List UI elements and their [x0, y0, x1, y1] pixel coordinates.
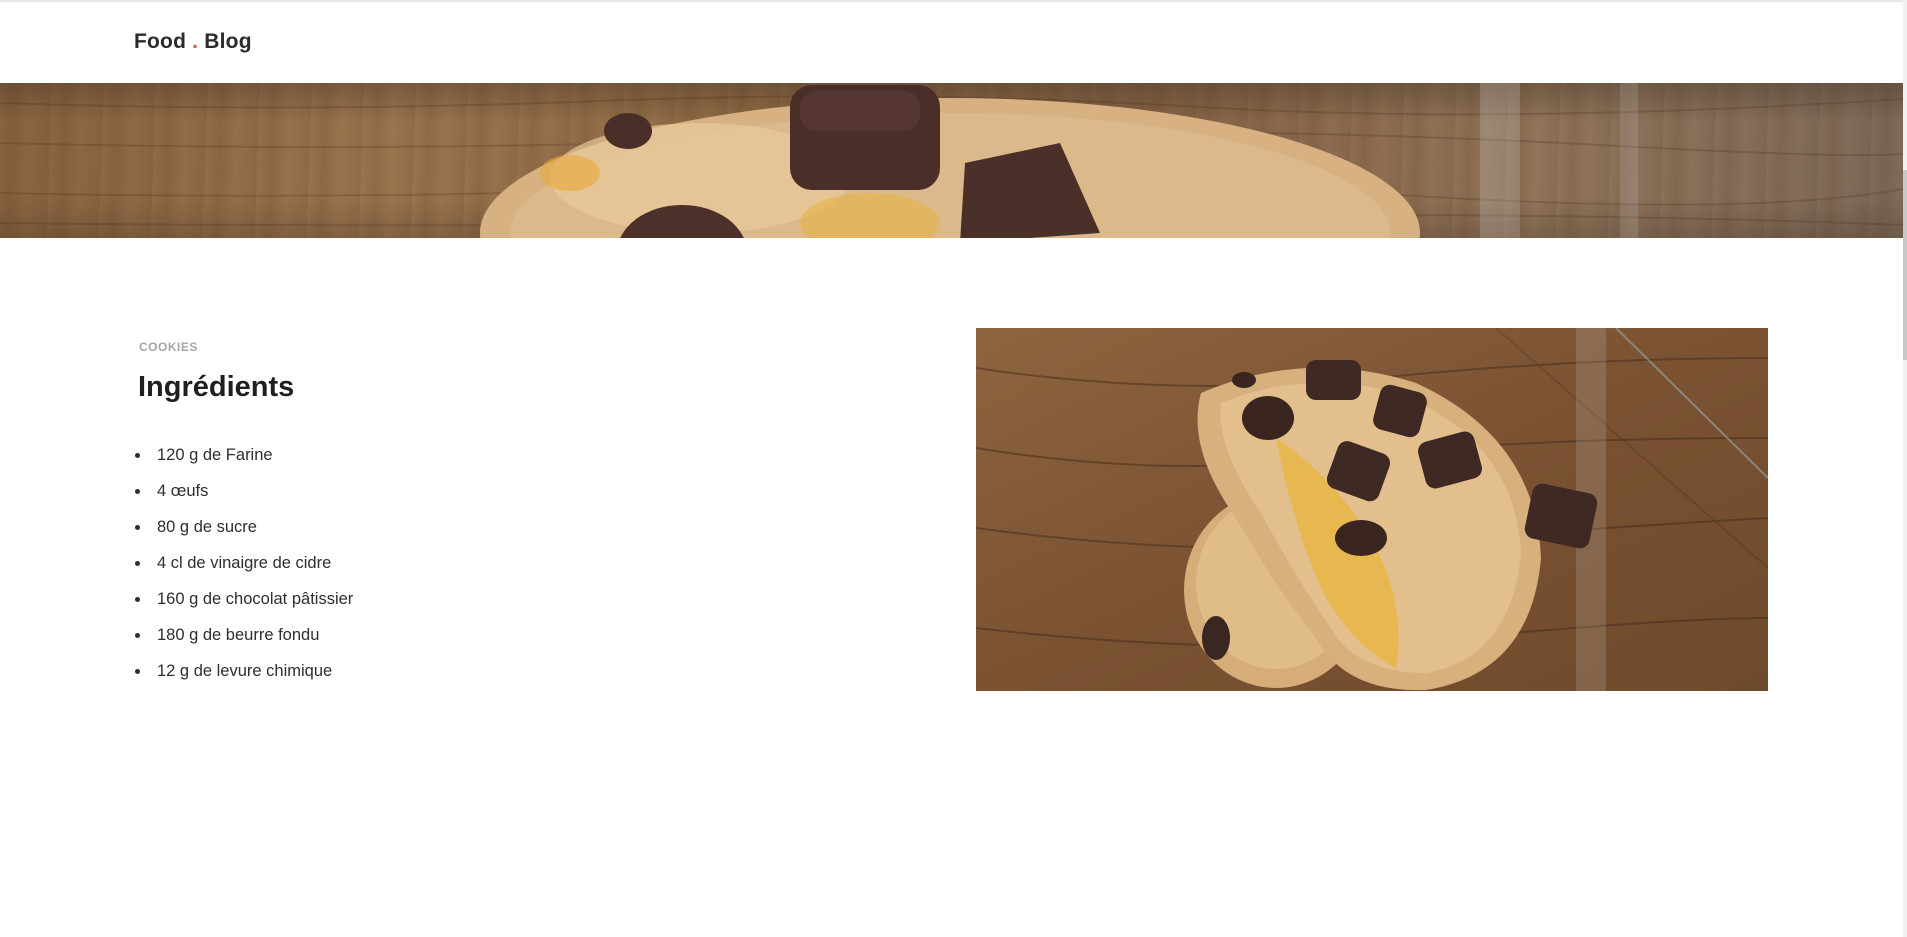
ingredient-text: 4 œufs — [157, 482, 209, 500]
hero-banner-image — [0, 83, 1903, 238]
ingredients-list: 120 g de Farine 4 œufs 80 g de sucre 4 c… — [134, 437, 353, 689]
page: Food . Blog COOKIES Ingrédients 120 g de… — [0, 0, 1907, 937]
bullet-icon — [135, 669, 140, 674]
brand-word-food: Food — [134, 30, 187, 53]
bullet-icon — [135, 453, 140, 458]
ingredient-item: 4 cl de vinaigre de cidre — [134, 545, 353, 581]
cookie-photo — [976, 328, 1768, 691]
scrollbar-thumb[interactable] — [1903, 170, 1907, 360]
ingredient-item: 12 g de levure chimique — [134, 653, 353, 689]
ingredient-text: 160 g de chocolat pâtissier — [157, 590, 354, 608]
brand-logo-link[interactable]: Food . Blog — [134, 30, 252, 54]
ingredient-text: 4 cl de vinaigre de cidre — [157, 554, 332, 572]
ingredient-item: 80 g de sucre — [134, 509, 353, 545]
cookie-photo-illustration — [976, 328, 1768, 691]
section-title: Ingrédients — [138, 371, 295, 403]
bullet-icon — [135, 525, 140, 530]
bullet-icon — [135, 597, 140, 602]
category-label: COOKIES — [139, 340, 198, 354]
site-header: Food . Blog — [0, 2, 1903, 83]
ingredient-item: 180 g de beurre fondu — [134, 617, 353, 653]
ingredient-text: 120 g de Farine — [157, 446, 273, 464]
ingredient-text: 12 g de levure chimique — [157, 662, 333, 680]
brand-dot: . — [192, 30, 199, 53]
bullet-icon — [135, 489, 140, 494]
ingredient-item: 120 g de Farine — [134, 437, 353, 473]
vertical-scrollbar[interactable] — [1903, 0, 1907, 937]
brand-word-blog: Blog — [204, 30, 252, 53]
bullet-icon — [135, 561, 140, 566]
ingredient-text: 80 g de sucre — [157, 518, 257, 536]
ingredient-item: 160 g de chocolat pâtissier — [134, 581, 353, 617]
bullet-icon — [135, 633, 140, 638]
hero-cookie-illustration — [0, 83, 1903, 238]
ingredient-text: 180 g de beurre fondu — [157, 626, 320, 644]
ingredient-item: 4 œufs — [134, 473, 353, 509]
